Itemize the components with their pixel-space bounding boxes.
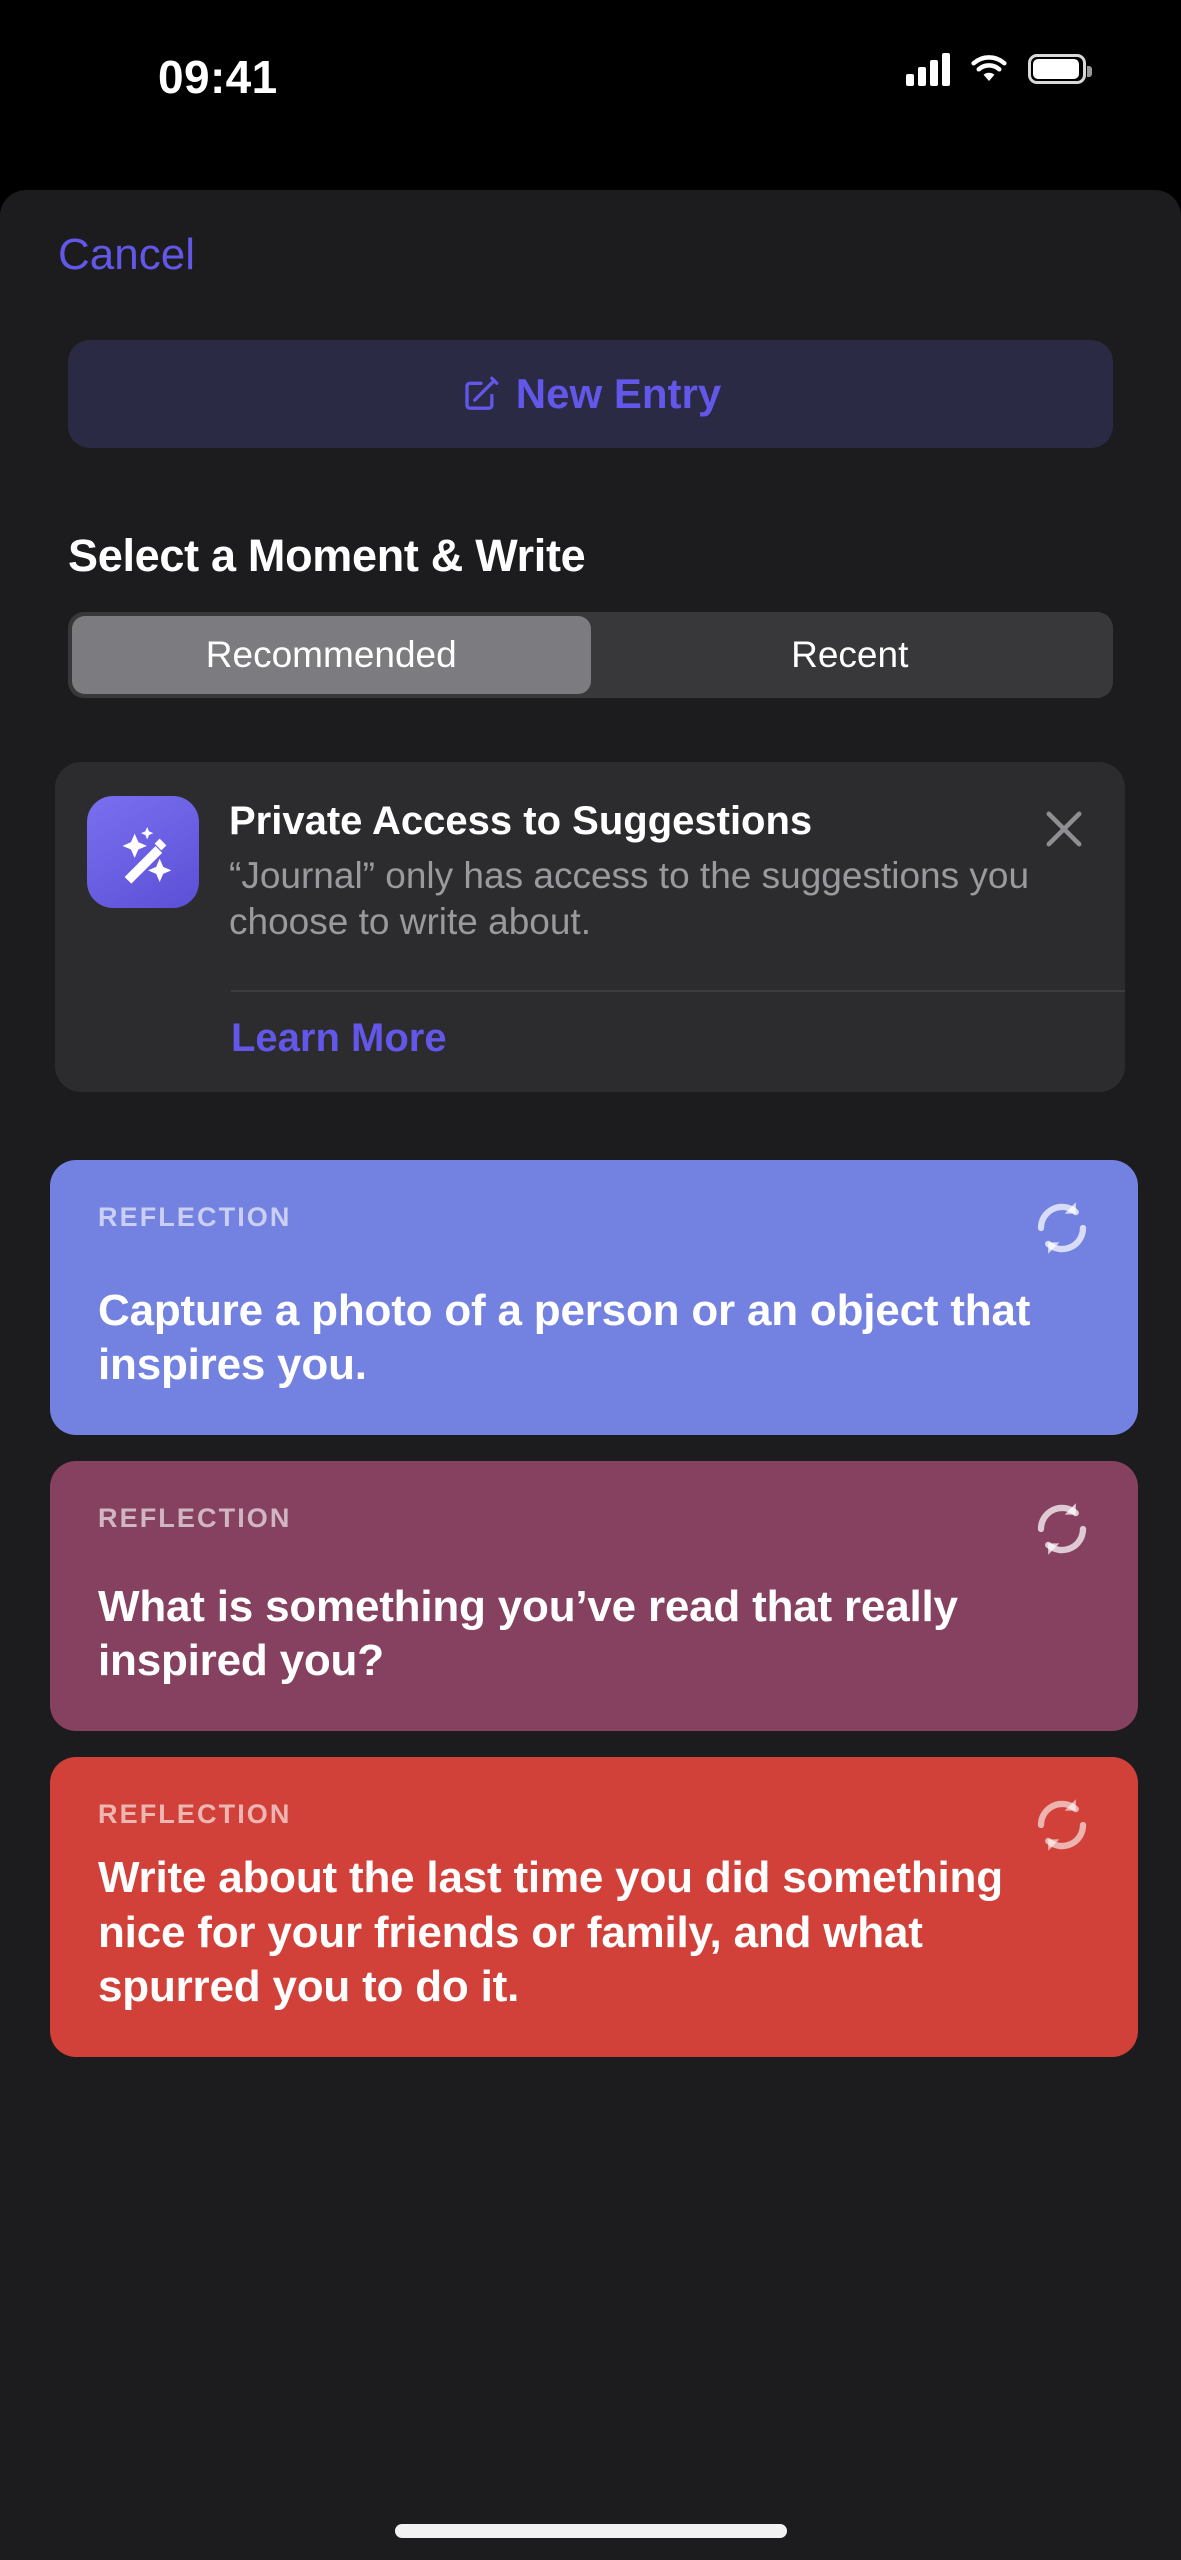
suggestion-card-list: REFLECTION Capture a photo of a person o…: [50, 1160, 1138, 2083]
card-prompt: Capture a photo of a person or an object…: [98, 1285, 1031, 1390]
page-title: Select a Moment & Write: [68, 530, 586, 581]
shuffle-refresh-icon[interactable]: [1026, 1789, 1098, 1861]
private-access-card: Private Access to Suggestions “Journal” …: [55, 762, 1125, 1092]
cellular-bars-icon: [906, 52, 950, 86]
private-access-title: Private Access to Suggestions: [229, 799, 813, 843]
private-access-body: “Journal” only has access to the suggest…: [229, 855, 1030, 943]
new-entry-button[interactable]: New Entry: [68, 340, 1113, 448]
card-kicker: REFLECTION: [98, 1799, 292, 1829]
shuffle-refresh-icon[interactable]: [1026, 1192, 1098, 1264]
battery-icon: [1028, 54, 1092, 84]
close-icon[interactable]: [1033, 798, 1095, 860]
status-bar: 09:41: [0, 0, 1181, 190]
private-access-header: Private Access to Suggestions “Journal” …: [55, 762, 1125, 946]
wifi-icon: [971, 55, 1007, 81]
tab-recommended[interactable]: Recommended: [72, 616, 591, 694]
moment-source-segmented-control[interactable]: Recommended Recent: [68, 612, 1113, 698]
card-kicker: REFLECTION: [98, 1202, 292, 1232]
card-kicker: REFLECTION: [98, 1503, 292, 1533]
card-prompt: Write about the last time you did someth…: [98, 1853, 1003, 2012]
learn-more-button[interactable]: Learn More: [231, 1016, 447, 1061]
private-access-text: Private Access to Suggestions “Journal” …: [229, 796, 1093, 946]
compose-icon: [465, 376, 499, 410]
cancel-button[interactable]: Cancel: [58, 230, 195, 280]
tab-recent[interactable]: Recent: [591, 616, 1110, 694]
status-indicators: [906, 52, 1092, 86]
card-prompt: What is something you’ve read that reall…: [98, 1581, 958, 1686]
suggestion-card-2[interactable]: REFLECTION What is something you’ve read…: [50, 1461, 1138, 1731]
magic-wand-sparkles-icon: [87, 796, 199, 908]
phone-screen: 09:41 Cancel New Entry Select a Moment &…: [0, 0, 1181, 2560]
suggestion-card-3[interactable]: REFLECTION Write about the last time you…: [50, 1757, 1138, 2057]
home-indicator[interactable]: [394, 2524, 787, 2538]
shuffle-refresh-icon[interactable]: [1026, 1493, 1098, 1565]
suggestion-card-1[interactable]: REFLECTION Capture a photo of a person o…: [50, 1160, 1138, 1435]
status-time: 09:41: [158, 51, 278, 103]
divider: [231, 990, 1125, 992]
new-entry-label: New Entry: [515, 370, 722, 417]
